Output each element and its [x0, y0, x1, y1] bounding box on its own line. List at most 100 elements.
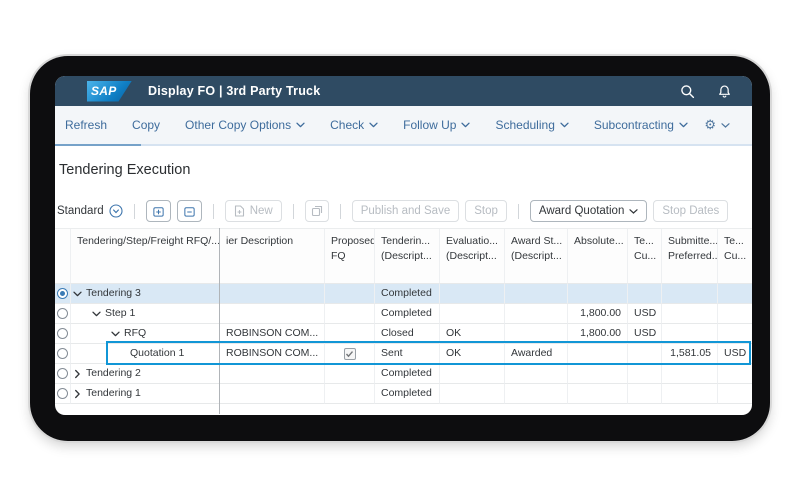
- checkbox-checked-icon[interactable]: [344, 348, 356, 360]
- row-radio-button[interactable]: [57, 288, 68, 299]
- row-select-cell[interactable]: [55, 324, 71, 344]
- table-row-tendering-1[interactable]: Tendering 1 Completed: [55, 384, 752, 404]
- search-icon[interactable]: [680, 84, 695, 99]
- publish-and-save-button[interactable]: Publish and Save: [352, 200, 460, 222]
- new-button[interactable]: New: [225, 200, 282, 222]
- tree-cell[interactable]: Tendering 1: [71, 384, 220, 404]
- cell-currency: [718, 324, 752, 344]
- cell-currency: USD: [718, 344, 752, 364]
- menu-scroll-indicator[interactable]: [55, 144, 141, 146]
- column-header-tendering-status[interactable]: Tenderin...(Descript...: [375, 229, 440, 284]
- column-header-absolute[interactable]: Absolute...: [568, 229, 628, 284]
- row-select-cell[interactable]: [55, 364, 71, 384]
- cell-proposed-fq: [325, 384, 375, 404]
- cell-currency: [628, 344, 662, 364]
- column-header-submitted[interactable]: Submitte...Preferred...: [662, 229, 718, 284]
- chevron-down-icon: [629, 209, 638, 214]
- cell-proposed-fq: [325, 284, 375, 304]
- row-select-cell[interactable]: [55, 284, 71, 304]
- award-quotation-button[interactable]: Award Quotation: [530, 200, 647, 222]
- cell-evaluation: OK: [440, 344, 505, 364]
- menu-item-follow-up[interactable]: Follow Up: [403, 118, 470, 132]
- cell-award-status: [505, 304, 568, 324]
- column-header-tree[interactable]: Tendering/Step/Freight RFQ/...: [71, 229, 220, 284]
- table-header-row: Tendering/Step/Freight RFQ/...ier Descri…: [55, 228, 752, 284]
- row-radio-button[interactable]: [57, 308, 68, 319]
- menu-item-label: Other Copy Options: [185, 118, 291, 132]
- row-select-cell[interactable]: [55, 384, 71, 404]
- stop-dates-button[interactable]: Stop Dates: [653, 200, 728, 222]
- app-header: SAP Display FO | 3rd Party Truck: [55, 76, 752, 106]
- chevron-down-icon: [296, 122, 305, 128]
- cell-award-status: [505, 284, 568, 304]
- chevron-down-icon: [73, 291, 82, 297]
- cell-currency: [718, 384, 752, 404]
- cell-currency: [718, 284, 752, 304]
- menu-bar: Refresh Copy Other Copy Options Check Follow…: [55, 106, 752, 146]
- column-header-currency-2[interactable]: Te...Cu...: [718, 229, 752, 284]
- row-radio-button[interactable]: [57, 388, 68, 399]
- row-radio-button[interactable]: [57, 368, 68, 379]
- row-select-cell[interactable]: [55, 344, 71, 364]
- cell-submitted: [662, 284, 718, 304]
- settings-menu-button[interactable]: ⚙: [704, 117, 730, 133]
- row-radio-button[interactable]: [57, 348, 68, 359]
- cell-evaluation: OK: [440, 324, 505, 344]
- cell-description: ROBINSON COM...: [220, 324, 325, 344]
- chevron-right-icon: [75, 389, 81, 398]
- stop-button[interactable]: Stop: [465, 200, 507, 222]
- gear-icon: ⚙: [704, 117, 716, 133]
- tree-cell[interactable]: Tendering 2: [71, 364, 220, 384]
- table-row-step-1[interactable]: Step 1Completed1,800.00USD: [55, 304, 752, 324]
- table-row-tendering-3[interactable]: Tendering 3Completed: [55, 284, 752, 304]
- menu-item-label: Subcontracting: [594, 118, 674, 132]
- cell-tendering-status: Completed: [375, 364, 440, 384]
- menu-item-check[interactable]: Check: [330, 118, 378, 132]
- sap-logo-icon[interactable]: SAP: [87, 81, 132, 102]
- view-selector[interactable]: Standard: [57, 204, 123, 218]
- chevron-down-icon: [679, 122, 688, 128]
- menu-item-refresh[interactable]: Refresh: [65, 118, 107, 132]
- cell-tendering-status: Completed: [375, 384, 440, 404]
- page-title: Tendering Execution: [59, 162, 190, 178]
- table-row-rfq[interactable]: RFQROBINSON COM...ClosedOK1,800.00USD: [55, 324, 752, 344]
- collapse-all-button[interactable]: [177, 200, 202, 222]
- duplicate-button[interactable]: [305, 200, 329, 222]
- tree-cell[interactable]: Tendering 3: [71, 284, 220, 304]
- cell-submitted: [662, 364, 718, 384]
- menu-item-other-copy-options[interactable]: Other Copy Options: [185, 118, 305, 132]
- menu-item-label: Follow Up: [403, 118, 456, 132]
- table-row-tendering-2[interactable]: Tendering 2 Completed: [55, 364, 752, 384]
- column-header-award-status[interactable]: Award St...(Descript...: [505, 229, 568, 284]
- column-header-description[interactable]: ier Description: [220, 229, 325, 284]
- notifications-bell-icon[interactable]: [717, 84, 732, 99]
- menu-item-copy[interactable]: Copy: [132, 118, 160, 132]
- table-body: Tendering 3CompletedStep 1Completed1,800…: [55, 284, 752, 404]
- menu-item-subcontracting[interactable]: Subcontracting: [594, 118, 688, 132]
- cell-absolute: [568, 364, 628, 384]
- menu-item-label: Refresh: [65, 118, 107, 132]
- column-header-proposed-fq[interactable]: ProposedFQ: [325, 229, 375, 284]
- toolbar-separator: [340, 204, 341, 219]
- chevron-right-icon: [75, 369, 81, 378]
- row-radio-button[interactable]: [57, 328, 68, 339]
- menu-item-scheduling[interactable]: Scheduling: [495, 118, 568, 132]
- column-header-evaluation[interactable]: Evaluatio...(Descript...: [440, 229, 505, 284]
- expand-all-button[interactable]: [146, 200, 171, 222]
- cell-tendering-status: Sent: [375, 344, 440, 364]
- row-select-cell[interactable]: [55, 304, 71, 324]
- tree-cell[interactable]: RFQ: [71, 324, 220, 344]
- chevron-down-icon: [369, 122, 378, 128]
- chevron-down-icon: [111, 331, 120, 337]
- tree-label: Tendering 1: [86, 384, 141, 403]
- tree-cell[interactable]: Step 1: [71, 304, 220, 324]
- toolbar-separator: [293, 204, 294, 219]
- menu-item-label: Copy: [132, 118, 160, 132]
- toolbar-separator: [134, 204, 135, 219]
- cell-description: [220, 284, 325, 304]
- duplicate-icon: [311, 205, 323, 217]
- cell-submitted: 1,581.05: [662, 344, 718, 364]
- column-header-currency-1[interactable]: Te...Cu...: [628, 229, 662, 284]
- tree-cell[interactable]: Quotation 1: [71, 344, 220, 364]
- table-row-quotation-1[interactable]: Quotation 1ROBINSON COM...SentOKAwarded1…: [55, 344, 752, 364]
